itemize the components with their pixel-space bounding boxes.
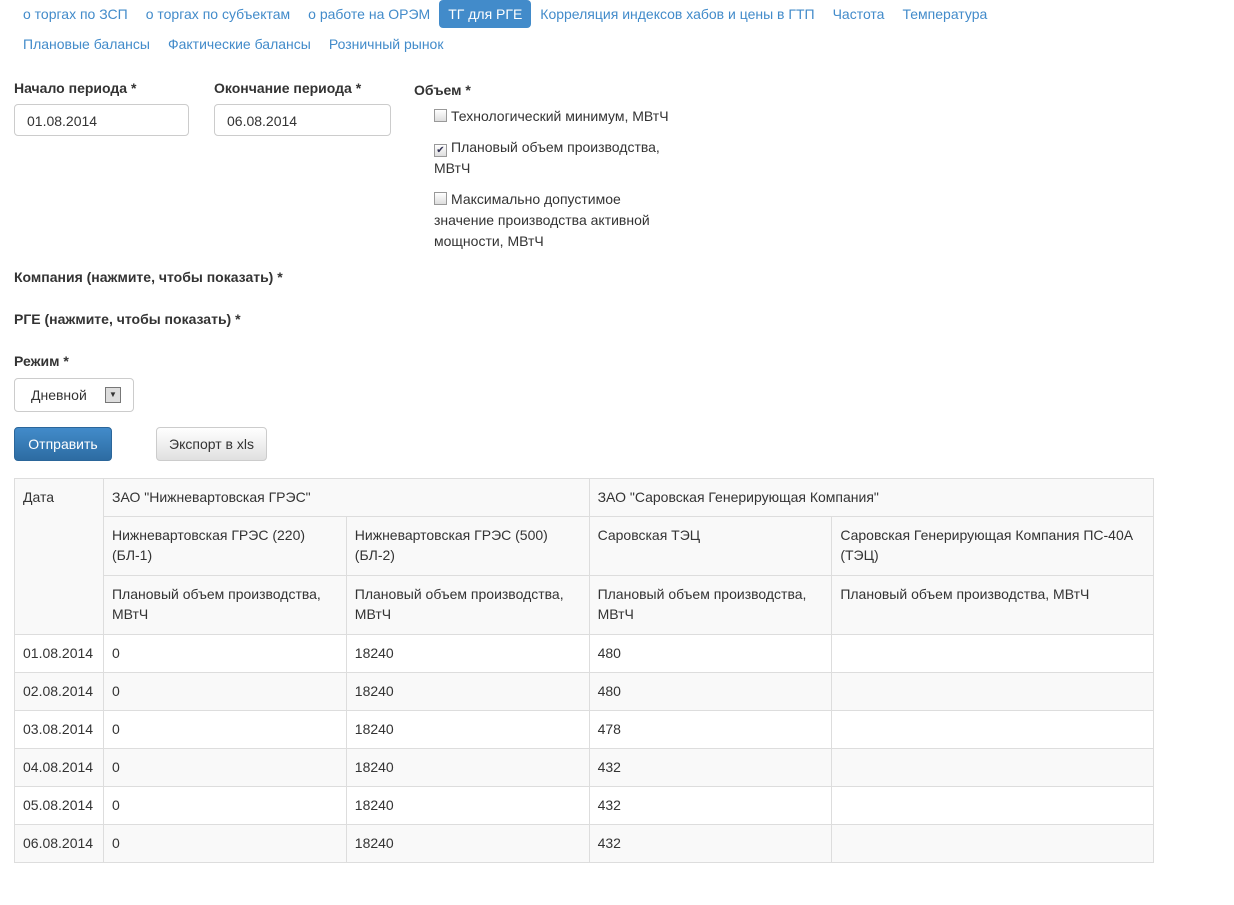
checkbox-icon[interactable] — [434, 192, 447, 205]
checkbox-planned[interactable]: ✔ Плановый объем производства, МВтЧ — [434, 137, 674, 179]
table-cell: 18240 — [345, 824, 590, 863]
table-cell: 480 — [588, 672, 833, 711]
table-cell: 01.08.2014 — [14, 634, 104, 673]
checkbox-max[interactable]: Максимально допустимое значение производ… — [434, 189, 674, 252]
table-row: 01.08.2014 0 18240 480 — [14, 634, 1154, 673]
table-cell: 18240 — [345, 710, 590, 749]
date-header: Дата — [14, 478, 104, 635]
table-cell: 06.08.2014 — [14, 824, 104, 863]
station-header: Саровская Генерирующая Компания ПС-40А (… — [831, 516, 1154, 576]
table-cell — [831, 748, 1154, 787]
table-cell: 04.08.2014 — [14, 748, 104, 787]
table-cell: 18240 — [345, 786, 590, 825]
table-cell — [831, 672, 1154, 711]
metric-header: Плановый объем производства, МВтЧ — [345, 575, 590, 635]
table-cell: 432 — [588, 748, 833, 787]
table-row: 05.08.2014 0 18240 432 — [14, 786, 1154, 825]
table-cell: 480 — [588, 634, 833, 673]
checkbox-icon[interactable] — [434, 109, 447, 122]
start-label: Начало периода * — [14, 80, 137, 96]
table-cell: 432 — [588, 786, 833, 825]
tab-tg-rge[interactable]: ТГ для РГЕ — [439, 0, 532, 28]
company-header: ЗАО "Саровская Генерирующая Компания" — [588, 478, 1155, 517]
table-cell: 478 — [588, 710, 833, 749]
station-header: Нижневартовская ГРЭС (220) (БЛ-1) — [102, 516, 347, 576]
table-cell: 0 — [102, 634, 347, 673]
company-toggle[interactable]: Компания (нажмите, чтобы показать) * — [14, 269, 283, 285]
tab-correlation[interactable]: Корреляция индексов хабов и цены в ГТП — [531, 0, 823, 28]
table-cell: 0 — [102, 786, 347, 825]
table-cell — [831, 824, 1154, 863]
volume-label: Объем * — [414, 82, 471, 98]
table-cell: 18240 — [345, 672, 590, 711]
tab-frequency[interactable]: Частота — [824, 0, 894, 28]
chevron-down-icon: ▼ — [105, 387, 121, 403]
end-label: Окончание периода * — [214, 80, 362, 96]
table-cell: 0 — [102, 824, 347, 863]
table-row: 04.08.2014 0 18240 432 — [14, 748, 1154, 787]
tab-temperature[interactable]: Температура — [893, 0, 996, 28]
tab-retail[interactable]: Розничный рынок — [320, 30, 453, 58]
tab-subjects[interactable]: о торгах по субъектам — [137, 0, 299, 28]
company-header: ЗАО "Нижневартовская ГРЭС" — [102, 478, 590, 517]
table-cell: 02.08.2014 — [14, 672, 104, 711]
table-row: 06.08.2014 0 18240 432 — [14, 824, 1154, 863]
table-cell: 18240 — [345, 748, 590, 787]
station-header: Нижневартовская ГРЭС (500) (БЛ-2) — [345, 516, 590, 576]
export-xls-button[interactable]: Экспорт в xls — [156, 427, 267, 461]
rge-toggle[interactable]: РГЕ (нажмите, чтобы показать) * — [14, 311, 241, 327]
table-cell: 05.08.2014 — [14, 786, 104, 825]
station-header: Саровская ТЭЦ — [588, 516, 833, 576]
table-cell — [831, 710, 1154, 749]
nav-tabs: о торгах по ЗСП о торгах по субъектам о ра… — [14, 0, 1114, 60]
table-cell: 0 — [102, 710, 347, 749]
table-cell: 0 — [102, 748, 347, 787]
table-cell — [831, 786, 1154, 825]
results-table: Дата ЗАО "Нижневартовская ГРЭС" ЗАО "Саров… — [14, 478, 1155, 863]
tab-actual-balances[interactable]: Фактические балансы — [159, 30, 320, 58]
metric-header: Плановый объем производства, МВтЧ — [102, 575, 347, 635]
table-cell: 03.08.2014 — [14, 710, 104, 749]
table-row: 02.08.2014 0 18240 480 — [14, 672, 1154, 711]
checkbox-tech-min[interactable]: Технологический минимум, МВтЧ — [434, 106, 684, 127]
tab-orem[interactable]: о работе на ОРЭМ — [299, 0, 439, 28]
mode-select[interactable]: Дневной ▼ — [14, 378, 134, 412]
metric-header: Плановый объем производства, МВтЧ — [831, 575, 1154, 635]
mode-label: Режим * — [14, 353, 69, 369]
table-cell: 18240 — [345, 634, 590, 673]
submit-button[interactable]: Отправить — [14, 427, 112, 461]
metric-header: Плановый объем производства, МВтЧ — [588, 575, 833, 635]
checkbox-checked-icon[interactable]: ✔ — [434, 144, 447, 157]
table-cell — [831, 634, 1154, 673]
start-date-input[interactable]: 01.08.2014 — [14, 104, 189, 136]
table-cell: 432 — [588, 824, 833, 863]
tab-planned-balances[interactable]: Плановые балансы — [14, 30, 159, 58]
table-row: 03.08.2014 0 18240 478 — [14, 710, 1154, 749]
end-date-input[interactable]: 06.08.2014 — [214, 104, 391, 136]
tab-zsp[interactable]: о торгах по ЗСП — [14, 0, 137, 28]
table-cell: 0 — [102, 672, 347, 711]
